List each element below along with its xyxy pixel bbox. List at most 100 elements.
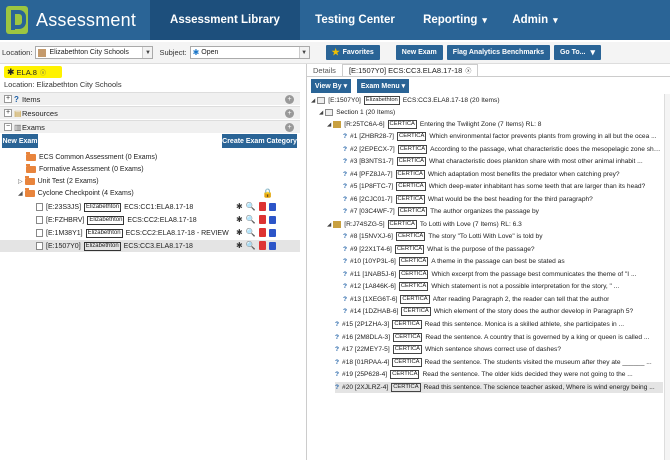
exam-row[interactable]: [E:FZHBRV] Elizabethton ECS:CC2:ELA8.17-… bbox=[0, 214, 300, 226]
pdf-icon[interactable] bbox=[258, 228, 266, 237]
search-icon[interactable]: 🔍 bbox=[246, 241, 256, 250]
add-icon[interactable]: + bbox=[285, 109, 294, 118]
expand-arrow-icon[interactable]: ▷ bbox=[18, 178, 23, 185]
collapse-arrow-icon[interactable]: ◢ bbox=[327, 222, 331, 228]
chevron-down-icon: ▾ bbox=[553, 14, 558, 25]
collapse-arrow-icon[interactable]: ◢ bbox=[319, 110, 323, 116]
item-row[interactable]: ? #2 [2EPECX-7] CERTICA According to the pa… bbox=[343, 144, 663, 155]
new-exam-button[interactable]: New Exam bbox=[2, 134, 38, 148]
folder-unit-test[interactable]: ▷ Unit Test (2 Exams) bbox=[18, 176, 99, 187]
scrollbar[interactable] bbox=[664, 94, 670, 460]
item-row[interactable]: ? #14 [1DZHAB-6] CERTICA Which element of t… bbox=[343, 306, 663, 317]
pdf-icon[interactable] bbox=[258, 215, 266, 224]
standard-tag[interactable]: ✱ ELA.8 ⓧ bbox=[4, 66, 62, 78]
item-row[interactable]: ? #15 [2P1ZHA-3] CERTICA Read this sentence… bbox=[335, 319, 663, 330]
collapse-icon[interactable]: − bbox=[4, 123, 12, 131]
tree-passage[interactable]: ◢ [R:J74SZG-5] CERTICA To Lotti with Lov… bbox=[327, 219, 522, 230]
item-row[interactable]: ? #9 [22X1T4-6] CERTICA What is the purpose… bbox=[343, 244, 663, 255]
view-by-button[interactable]: View By ▾ bbox=[311, 79, 351, 93]
nav-tab-testing-center[interactable]: Testing Center bbox=[300, 0, 410, 40]
question-icon: ? bbox=[343, 133, 348, 140]
item-row[interactable]: ? #12 [1A846K-6] CERTICA Which statement is… bbox=[343, 281, 663, 292]
exam-menu-button[interactable]: Exam Menu ▾ bbox=[357, 79, 409, 93]
section-icon bbox=[325, 109, 334, 116]
subject-select[interactable]: ✱ Open ▼ bbox=[189, 46, 310, 59]
new-exam-top-button[interactable]: New Exam bbox=[395, 45, 443, 60]
goto-button[interactable]: Go To... ▾ bbox=[553, 45, 602, 60]
folder-formative[interactable]: Formative Assessment (0 Exams) bbox=[26, 164, 144, 175]
gear-icon[interactable]: ✱ bbox=[236, 241, 243, 250]
search-icon[interactable]: 🔍 bbox=[246, 202, 256, 211]
section-exams[interactable]: − ▥ Exams + bbox=[0, 120, 300, 133]
item-row[interactable]: ? #8 [15NVXJ-6] CERTICA The story "To Lotti… bbox=[343, 231, 663, 242]
tab-details[interactable]: Details bbox=[307, 64, 342, 76]
question-icon: ? bbox=[335, 346, 340, 353]
nav-tab-assessment-library[interactable]: Assessment Library bbox=[150, 0, 300, 40]
item-row[interactable]: ? #16 [2M8DLA-3] CERTICA Read the sentence.… bbox=[335, 332, 663, 343]
tree-root[interactable]: ◢ [E:1507Y0] Elizabethton ECS:CC3.ELA8.1… bbox=[311, 95, 500, 106]
flag-analytics-button[interactable]: Flag Analytics Benchmarks bbox=[446, 45, 550, 60]
question-icon: ? bbox=[343, 283, 348, 290]
question-icon: ? bbox=[14, 95, 19, 104]
gear-icon[interactable]: ✱ bbox=[236, 228, 243, 237]
create-exam-category-button[interactable]: Create Exam Category bbox=[222, 134, 297, 148]
expand-icon[interactable]: + bbox=[4, 95, 12, 103]
nav-tab-reporting[interactable]: Reporting ▾ bbox=[410, 0, 500, 40]
brand[interactable]: Assessment bbox=[0, 0, 150, 40]
question-icon: ? bbox=[343, 170, 348, 178]
star-icon: ★ bbox=[331, 47, 340, 57]
item-row[interactable]: ? #5 [1P8FTC-7] CERTICA Which deep-water in… bbox=[343, 181, 663, 192]
folder-ecs-common[interactable]: ECS Common Assessment (0 Exams) bbox=[26, 152, 157, 163]
tree-section[interactable]: ◢ Section 1 (20 Items) bbox=[319, 107, 395, 118]
search-icon[interactable]: 🔍 bbox=[246, 215, 256, 224]
section-resources[interactable]: + ▤ Resources + bbox=[0, 106, 300, 119]
item-row[interactable]: ? #6 [2CJC01-7] CERTICA What would be the b… bbox=[343, 194, 663, 205]
tree-passage[interactable]: ◢ [R:25TC6A-6] CERTICA Entering the Twil… bbox=[327, 119, 541, 130]
add-icon[interactable]: + bbox=[285, 123, 294, 132]
lock-icon[interactable]: 🔒 bbox=[262, 188, 273, 199]
expand-icon[interactable]: + bbox=[4, 109, 12, 117]
item-row[interactable]: ? #7 [03C4WF-7] CERTICA The author organize… bbox=[343, 206, 663, 217]
gear-icon[interactable]: ✱ bbox=[236, 202, 243, 211]
item-row[interactable]: ? #17 [22MEY7-5] CERTICA Which sentence sho… bbox=[335, 344, 663, 355]
document-icon bbox=[36, 203, 43, 211]
question-icon: ? bbox=[335, 333, 340, 341]
item-row[interactable]: ? #20 [2XJLRZ-4] CERTICA Read this sentence… bbox=[335, 381, 663, 393]
collapse-arrow-icon[interactable]: ◢ bbox=[311, 98, 315, 104]
exam-row-selected[interactable]: [E:1507Y0] Elizabethton ECS:CC3.ELA8.17-… bbox=[0, 240, 300, 252]
item-row[interactable]: ? #11 [1NAB5J-6] CERTICA Which excerpt from… bbox=[343, 269, 663, 280]
tab-exam[interactable]: [E:1507Y0] ECS:CC3.ELA8.17-18 ⓧ bbox=[341, 64, 479, 76]
gear-icon[interactable]: ✱ bbox=[236, 215, 243, 224]
favorites-button[interactable]: ★ Favorites bbox=[325, 45, 380, 60]
lock-icon[interactable] bbox=[268, 215, 276, 224]
pdf-icon[interactable] bbox=[258, 241, 266, 250]
remove-tag-icon[interactable]: ⓧ bbox=[40, 68, 46, 77]
close-tab-icon[interactable]: ⓧ bbox=[465, 66, 471, 75]
folder-cyclone-checkpoint[interactable]: ◢ Cyclone Checkpoint (4 Exams) 🔒 bbox=[18, 188, 300, 199]
lock-icon[interactable] bbox=[268, 202, 276, 211]
lock-icon[interactable] bbox=[268, 241, 276, 250]
document-icon bbox=[36, 242, 43, 250]
item-row[interactable]: ? #10 [10YP3L-6] CERTICA A theme in the pas… bbox=[343, 256, 663, 267]
location-select[interactable]: Elizabethton City Schools ▼ bbox=[35, 46, 154, 59]
item-row[interactable]: ? #13 [1XEG6T-6] CERTICA After reading Para… bbox=[343, 294, 663, 305]
item-row[interactable]: ? #3 [B3NTS1-7] CERTICA What characteristic… bbox=[343, 156, 663, 167]
item-row[interactable]: ? #1 [ZHBR28-7] CERTICA Which environmental… bbox=[343, 131, 663, 142]
section-items[interactable]: + ? Items + bbox=[0, 92, 300, 105]
search-icon[interactable]: 🔍 bbox=[246, 228, 256, 237]
exam-row[interactable]: [E:23S3JS] Elizabethton ECS:CC1:ELA8.17-… bbox=[0, 201, 300, 213]
nav-tab-admin[interactable]: Admin ▾ bbox=[500, 0, 570, 40]
add-icon[interactable]: + bbox=[285, 95, 294, 104]
document-icon bbox=[36, 229, 43, 237]
collapse-arrow-icon[interactable]: ◢ bbox=[18, 190, 23, 197]
subject-icon: ✱ bbox=[192, 48, 200, 57]
item-row[interactable]: ? #18 [01RPAA-4] CERTICA Read the sentence.… bbox=[335, 357, 663, 368]
school-icon bbox=[38, 48, 47, 57]
collapse-arrow-icon[interactable]: ◢ bbox=[327, 122, 331, 128]
question-icon: ? bbox=[343, 233, 348, 240]
item-row[interactable]: ? #19 [25P628-4] CERTICA Read the sentence.… bbox=[335, 369, 663, 380]
lock-icon[interactable] bbox=[268, 228, 276, 237]
pdf-icon[interactable] bbox=[258, 202, 266, 211]
exam-row[interactable]: [E:1M38Y1] Elizabethton ECS:CC2:ELA8.17-… bbox=[0, 227, 300, 239]
item-row[interactable]: ? #4 [PFZ8JA-7] CERTICA Which adaptation mo… bbox=[343, 169, 663, 180]
